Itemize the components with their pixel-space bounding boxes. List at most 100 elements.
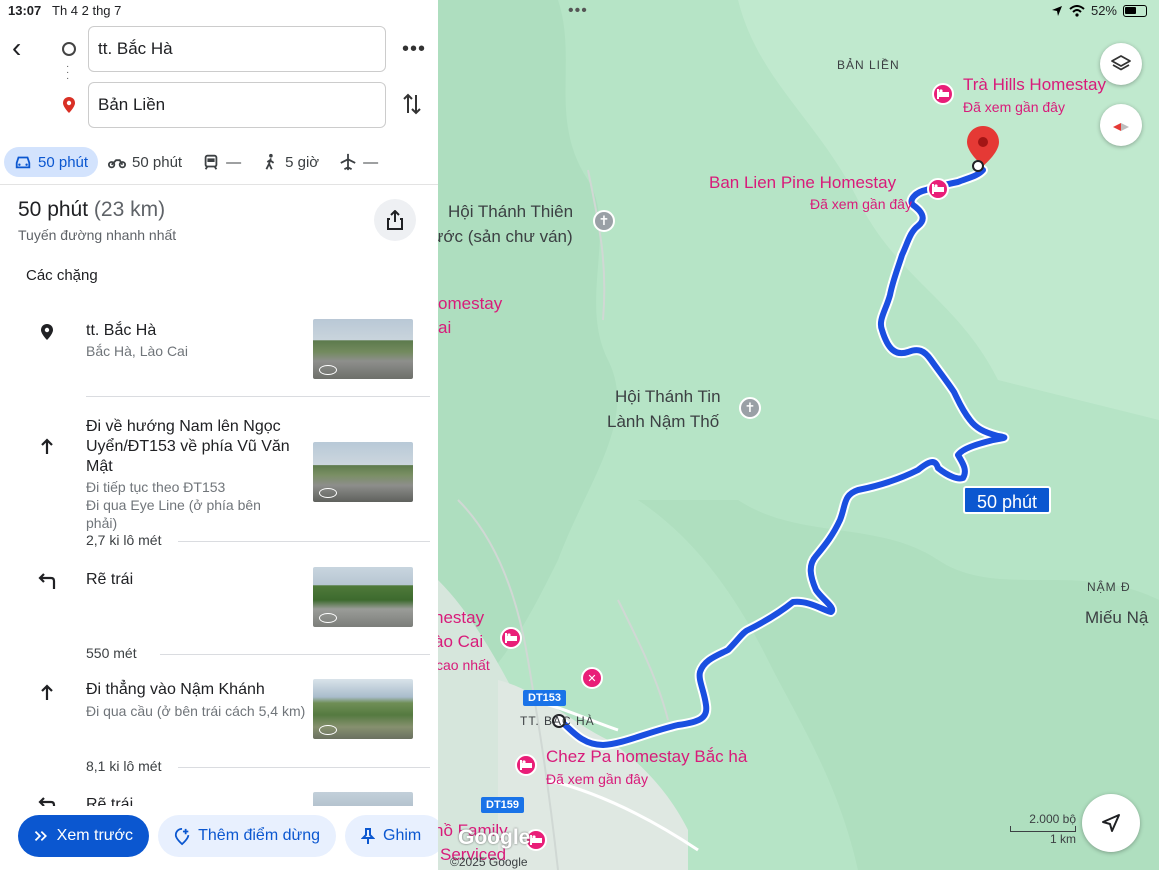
map-view[interactable]: BẢN LIỀN Trà Hills Homestay Đã xem gần đ… bbox=[438, 0, 1159, 870]
share-button[interactable] bbox=[374, 199, 416, 241]
map-area-label: NẬM Đ bbox=[1087, 580, 1131, 594]
poi-recent-label: Đã xem gần đây bbox=[963, 99, 1065, 115]
poi-homestay-left-b2: ào Cai bbox=[438, 632, 484, 651]
mode-transit-label: — bbox=[226, 153, 242, 171]
add-stop-button[interactable]: Thêm điểm dừng bbox=[158, 815, 336, 857]
step-title: Đi thẳng vào Nậm Khánh bbox=[86, 681, 265, 698]
poi-homestay-left[interactable]: omestay bbox=[438, 294, 502, 314]
divider bbox=[178, 541, 430, 542]
step-distance: 8,1 ki lô mét bbox=[86, 758, 162, 774]
panorama-icon bbox=[319, 725, 337, 735]
church-icon[interactable]: ✝ bbox=[739, 397, 761, 419]
road-badge-dt153: DT153 bbox=[523, 690, 567, 706]
layers-button[interactable] bbox=[1100, 43, 1142, 85]
legs-heading: Các chặng bbox=[26, 267, 98, 284]
turn-left-icon bbox=[36, 570, 58, 592]
origin-field[interactable]: tt. Bắc Hà bbox=[88, 26, 386, 72]
pin-button[interactable]: Ghim bbox=[345, 815, 438, 857]
add-location-icon bbox=[174, 827, 190, 846]
mode-motorbike[interactable]: 50 phút bbox=[98, 147, 192, 177]
flight-icon bbox=[340, 153, 356, 171]
step-detail: Đi tiếp tục theo ĐT153 bbox=[86, 479, 226, 495]
destination-pin-icon bbox=[63, 97, 75, 113]
multitask-dots[interactable]: ••• bbox=[568, 2, 588, 20]
map-area-label: BẢN LIỀN bbox=[837, 58, 900, 72]
arrow-up-icon bbox=[36, 435, 58, 457]
poi-recent-label: Đã xem gần đây bbox=[810, 196, 912, 212]
street-view-thumbnail[interactable] bbox=[313, 442, 413, 502]
poi-recent-label: Đã xem gần đây bbox=[546, 771, 648, 787]
swap-arrows-icon bbox=[403, 93, 421, 115]
hotel-icon[interactable] bbox=[515, 754, 537, 776]
poi-homestay-left-b3: cao nhất bbox=[438, 657, 490, 673]
hotel-icon[interactable] bbox=[932, 83, 954, 105]
route-subtitle: Tuyến đường nhanh nhất bbox=[18, 227, 177, 243]
wifi-icon bbox=[1069, 4, 1085, 17]
divider bbox=[0, 184, 438, 185]
travel-modes: 50 phút 50 phút — 5 giờ — bbox=[0, 145, 438, 179]
step-title: Đi về hướng Nam lên Ngọc Uyển/ĐT153 về p… bbox=[86, 418, 290, 475]
poi-homestay-left-b[interactable]: nestay bbox=[438, 608, 484, 628]
hotel-icon[interactable] bbox=[927, 178, 949, 200]
poi-tra-hills[interactable]: Trà Hills Homestay bbox=[963, 75, 1106, 95]
location-pin-icon bbox=[36, 321, 58, 343]
mode-transit[interactable]: — bbox=[192, 147, 251, 177]
street-view-thumbnail[interactable] bbox=[313, 567, 413, 627]
road-badge-dt159: DT159 bbox=[481, 797, 525, 813]
church-icon[interactable]: ✝ bbox=[593, 210, 615, 232]
transit-icon bbox=[204, 154, 218, 170]
step-detail: Bắc Hà, Lào Cai bbox=[86, 343, 188, 359]
preview-button[interactable]: Xem trước bbox=[18, 815, 149, 857]
layers-icon bbox=[1111, 55, 1131, 71]
add-stop-label: Thêm điểm dừng bbox=[198, 827, 320, 844]
destination-field[interactable]: Bản Liền bbox=[88, 82, 386, 128]
swap-button[interactable] bbox=[402, 92, 422, 122]
back-button[interactable]: ‹ bbox=[12, 34, 21, 62]
street-view-thumbnail[interactable] bbox=[313, 679, 413, 739]
route-duration-badge[interactable]: 50 phút bbox=[963, 486, 1051, 514]
mode-walk-label: 5 giờ bbox=[285, 153, 320, 171]
poi-ban-lien-pine[interactable]: Ban Lien Pine Homestay bbox=[709, 173, 896, 193]
divider bbox=[86, 396, 430, 397]
preview-label: Xem trước bbox=[56, 827, 133, 844]
step-distance: 550 mét bbox=[86, 645, 137, 661]
panorama-icon bbox=[319, 488, 337, 498]
location-arrow-icon bbox=[1051, 5, 1062, 16]
poi-chez-pa[interactable]: Chez Pa homestay Bắc hà bbox=[546, 747, 747, 767]
mode-flight[interactable]: — bbox=[329, 147, 388, 177]
navigate-button[interactable] bbox=[1082, 794, 1140, 852]
pin-label: Ghim bbox=[383, 827, 422, 844]
origin-circle-icon bbox=[62, 42, 76, 56]
car-icon bbox=[15, 156, 31, 169]
step-title: Rẽ trái bbox=[86, 571, 134, 588]
restaurant-icon[interactable]: ✕ bbox=[581, 667, 603, 689]
status-date: Th 4 2 thg 7 bbox=[52, 3, 122, 18]
route-time: 50 phút bbox=[18, 198, 89, 221]
poi-homestay-left-2: ai bbox=[438, 318, 452, 337]
compass-button[interactable] bbox=[1100, 104, 1142, 146]
share-icon bbox=[387, 210, 403, 230]
mode-motorbike-label: 50 phút bbox=[132, 153, 183, 171]
scale-km: 1 km bbox=[1049, 832, 1076, 846]
step-detail: Đi qua Eye Line (ở phía bên phải) bbox=[86, 497, 261, 531]
poi-hoi-thanh-thien[interactable]: Hội Thánh Thiên bbox=[448, 202, 573, 222]
google-logo: Google bbox=[458, 826, 531, 849]
more-options-button[interactable]: ••• bbox=[402, 38, 426, 61]
battery-icon bbox=[1123, 4, 1147, 17]
status-bar: 13:07 Th 4 2 thg 7 ••• 52% bbox=[0, 0, 1159, 22]
street-view-thumbnail[interactable] bbox=[313, 319, 413, 379]
compass-icon bbox=[1113, 123, 1129, 131]
mode-walk[interactable]: 5 giờ bbox=[251, 147, 329, 177]
walk-icon bbox=[265, 153, 275, 170]
poi-hoi-thanh-thien-2: ước (sản chư ván) bbox=[438, 227, 573, 246]
battery-percent: 52% bbox=[1090, 3, 1117, 18]
mode-drive-label: 50 phút bbox=[38, 153, 89, 171]
hotel-icon[interactable] bbox=[500, 627, 522, 649]
poi-hoi-thanh-tin[interactable]: Hội Thánh Tin bbox=[615, 387, 721, 407]
maps-screen: BẢN LIỀN Trà Hills Homestay Đã xem gần đ… bbox=[0, 0, 1159, 870]
town-label: TT. BẮC HÀ bbox=[520, 714, 595, 728]
pin-icon bbox=[361, 828, 375, 844]
route-summary: 50 phút (23 km) bbox=[18, 198, 165, 222]
status-right: 52% bbox=[1051, 3, 1147, 18]
mode-drive[interactable]: 50 phút bbox=[4, 147, 99, 177]
